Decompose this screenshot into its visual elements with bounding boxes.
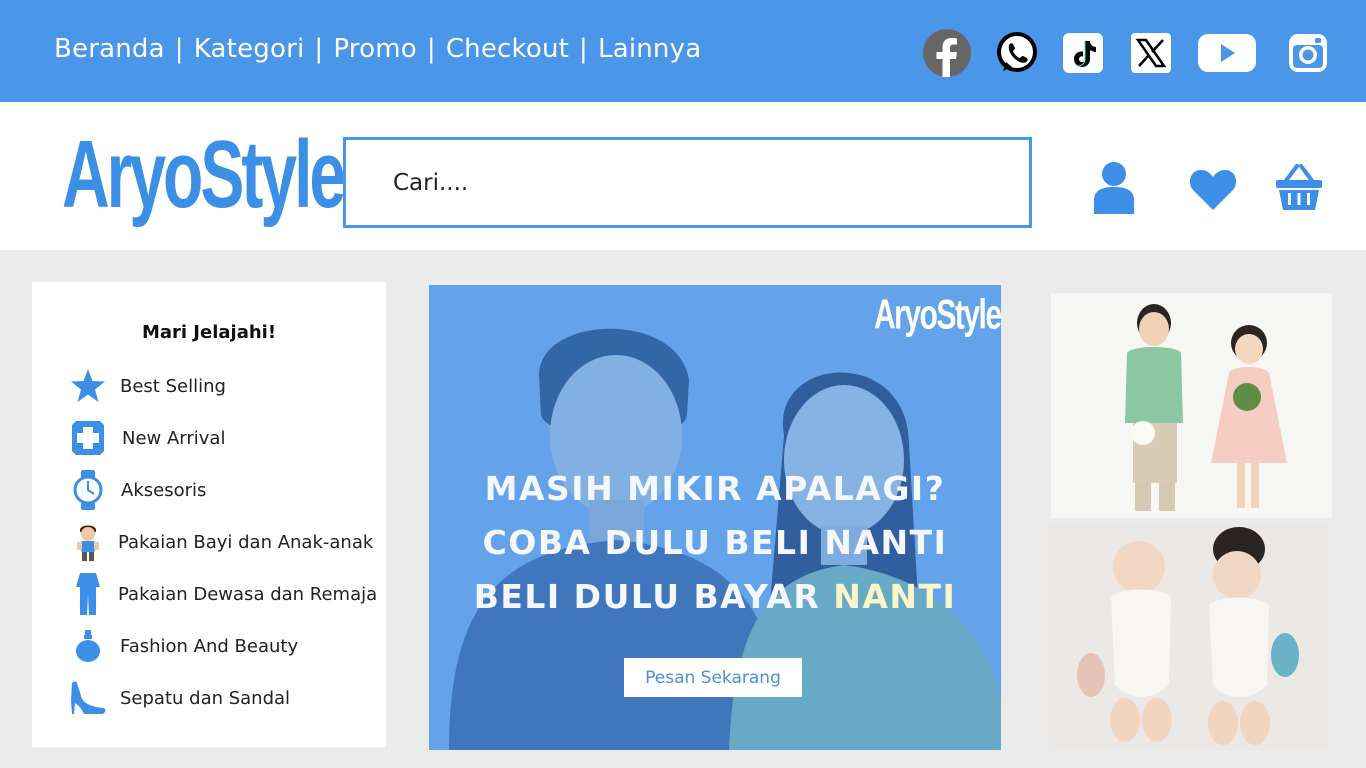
hero-brand-logo: AryoStyle [874,292,1001,339]
kids-clothing-image[interactable] [1051,293,1332,518]
user-icon[interactable] [1093,160,1135,214]
category-sepatu-sandal[interactable]: Sepatu dan Sandal [32,672,386,724]
nav-kategori[interactable]: Kategori [194,34,305,64]
site-header: AryoStyle [0,102,1366,250]
high-heel-icon [70,680,106,716]
nav-separator: | [579,34,589,64]
order-now-button[interactable]: Pesan Sekarang [624,658,802,697]
category-best-selling[interactable]: Best Selling [32,360,386,412]
whatsapp-icon[interactable] [994,30,1040,76]
category-label: New Arrival [122,427,226,449]
category-new-arrival[interactable]: New Arrival [32,412,386,464]
category-pakaian-anak[interactable]: Pakaian Bayi dan Anak-anak [32,516,386,568]
perfume-icon [70,628,106,664]
category-label: Pakaian Bayi dan Anak-anak [118,531,374,553]
child-icon [70,524,106,561]
category-aksesoris[interactable]: Aksesoris [32,464,386,516]
hero-headline-3: BELI DULU BAYAR NANTI [429,577,1001,616]
category-label: Fashion And Beauty [120,635,299,657]
category-label: Sepatu dan Sandal [120,687,291,709]
nav-promo[interactable]: Promo [333,34,416,64]
x-icon[interactable] [1130,32,1172,74]
hero-headline-1: MASIH MIKIR APALAGI? [484,469,946,508]
kids-photo [1051,293,1332,518]
nav-separator: | [426,34,436,64]
nav-checkout[interactable]: Checkout [446,34,569,64]
hero-banner: AryoStyle MASIH MIKIR APALAGI? COBA DULU… [429,285,1001,750]
category-sidebar: Mari Jelajahi! Best Selling New Arrival … [32,282,386,747]
instagram-icon[interactable] [1287,32,1329,74]
babies-photo [1049,525,1329,750]
category-fashion-beauty[interactable]: Fashion And Beauty [32,620,386,672]
category-label: Aksesoris [121,479,207,501]
basket-icon[interactable] [1275,162,1323,212]
top-bar: Beranda | Kategori | Promo | Checkout | … [0,0,1366,102]
nav-beranda[interactable]: Beranda [54,34,165,64]
brand-logo[interactable]: AryoStyle [62,126,346,222]
category-label: Best Selling [120,375,226,397]
nav-lainnya[interactable]: Lainnya [598,34,701,64]
search-box [343,137,1032,228]
hero-headline-3b: NANTI [833,577,957,616]
heart-icon[interactable] [1189,168,1237,210]
tiktok-icon[interactable] [1062,32,1104,74]
sidebar-title: Mari Jelajahi! [141,322,277,343]
star-icon [70,368,106,404]
nav-separator: | [174,34,184,64]
search-input[interactable] [346,140,1029,225]
facebook-icon[interactable] [922,28,972,78]
main-nav: Beranda | Kategori | Promo | Checkout | … [54,34,701,64]
plus-badge-icon [70,420,106,456]
hero-headline-3a: BELI DULU BAYAR [473,577,834,616]
nav-separator: | [314,34,324,64]
social-links [922,28,1329,78]
watch-icon [70,470,106,510]
category-list: Best Selling New Arrival Aksesoris Pakai… [32,360,386,724]
hero-headline-2: COBA DULU BELI NANTI [482,523,948,562]
category-label: Pakaian Dewasa dan Remaja [118,583,378,605]
jumpsuit-icon [70,573,106,615]
baby-clothing-image[interactable] [1049,525,1329,750]
category-pakaian-dewasa[interactable]: Pakaian Dewasa dan Remaja [32,568,386,620]
youtube-icon[interactable] [1198,34,1256,72]
